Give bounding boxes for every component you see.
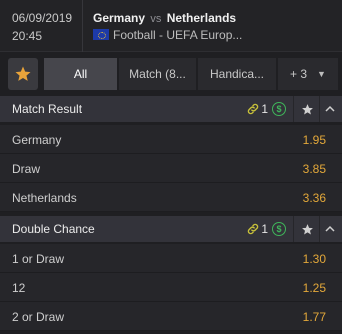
selection-row[interactable]: Germany 1.95	[0, 125, 342, 154]
selection-name: 1 or Draw	[12, 252, 65, 266]
header-separator	[319, 216, 320, 242]
selection-row[interactable]: 2 or Draw 1.77	[0, 302, 342, 331]
cashout-icon[interactable]: $	[272, 222, 286, 236]
linked-markets[interactable]: 1	[246, 102, 268, 116]
selection-row[interactable]: Draw 3.85	[0, 154, 342, 183]
header-divider	[82, 0, 83, 52]
match-date: 06/09/2019	[12, 11, 73, 25]
competition-label: Football - UEFA Europ...	[113, 28, 243, 42]
tab-more-label: + 3	[290, 67, 308, 81]
linked-markets[interactable]: 1	[246, 222, 268, 236]
away-team: Netherlands	[166, 11, 237, 25]
favorite-market-star-icon[interactable]	[300, 102, 314, 116]
selection-row[interactable]: 12 1.25	[0, 273, 342, 302]
selection-odds[interactable]: 3.85	[303, 162, 326, 176]
selection-name: Netherlands	[12, 191, 77, 205]
link-icon	[248, 103, 259, 115]
link-count: 1	[261, 222, 268, 236]
header-separator	[293, 96, 294, 122]
market-header-match-result[interactable]: Match Result 1 $	[0, 96, 342, 122]
selection-row[interactable]: Netherlands 3.36	[0, 183, 342, 212]
cashout-icon[interactable]: $	[272, 102, 286, 116]
header-separator	[319, 96, 320, 122]
match-header: 06/09/2019 20:45 Germany vs Netherlands …	[0, 0, 342, 52]
chevron-down-icon: ▼	[317, 69, 326, 79]
vs-label: vs	[150, 13, 162, 25]
link-icon	[248, 223, 259, 235]
star-icon	[15, 66, 31, 81]
selection-name: Germany	[12, 133, 62, 147]
selection-odds[interactable]: 1.95	[303, 133, 326, 147]
selection-row[interactable]: 1 or Draw 1.30	[0, 244, 342, 273]
favorites-tab[interactable]	[8, 58, 38, 90]
selection-name: 12	[12, 281, 26, 295]
favorite-market-star-icon[interactable]	[300, 222, 314, 236]
tab-handicap[interactable]: Handica...	[198, 58, 277, 90]
competition: Football - UEFA Europ...	[93, 28, 242, 42]
link-count: 1	[261, 102, 268, 116]
tab-match[interactable]: Match (8...	[119, 58, 197, 90]
eu-flag-icon	[93, 29, 109, 40]
selection-name: 2 or Draw	[12, 310, 65, 324]
selection-odds[interactable]: 3.36	[303, 191, 326, 205]
selection-name: Draw	[12, 162, 41, 176]
match-teams[interactable]: Germany vs Netherlands	[93, 11, 236, 25]
selection-odds[interactable]: 1.25	[303, 281, 326, 295]
market-title: Match Result	[12, 102, 83, 116]
chevron-up-icon[interactable]	[324, 103, 336, 115]
match-time: 20:45	[12, 29, 43, 43]
home-team: Germany	[93, 11, 146, 25]
market-tabs: All Match (8... Handica... + 3 ▼	[0, 58, 342, 90]
selection-odds[interactable]: 1.77	[303, 310, 326, 324]
market-title: Double Chance	[12, 222, 95, 236]
tab-more[interactable]: + 3 ▼	[278, 58, 338, 90]
chevron-up-icon[interactable]	[324, 223, 336, 235]
selection-odds[interactable]: 1.30	[303, 252, 326, 266]
tab-all[interactable]: All	[44, 58, 118, 90]
header-separator	[293, 216, 294, 242]
market-header-double-chance[interactable]: Double Chance 1 $	[0, 216, 342, 242]
